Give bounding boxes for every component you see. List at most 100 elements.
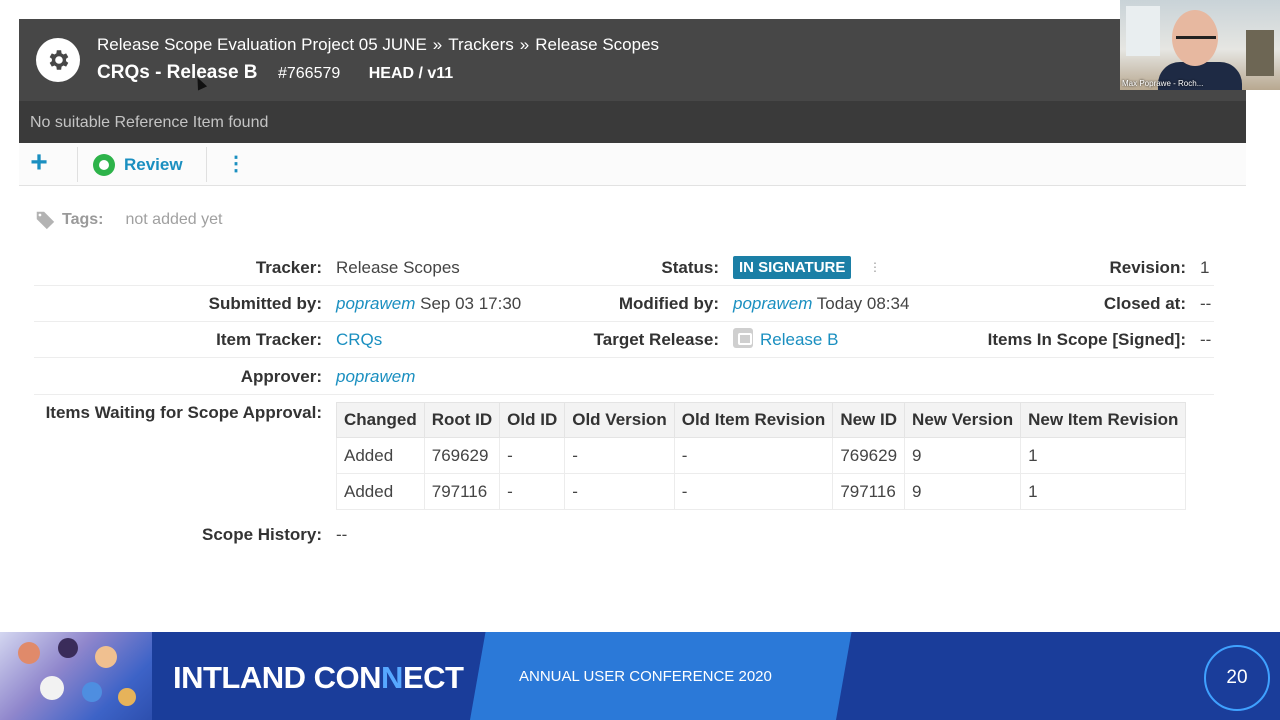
column-header[interactable]: Changed xyxy=(336,402,425,438)
item-header: Release Scope Evaluation Project 05 JUNE… xyxy=(19,19,1246,101)
table-cell: 769629 xyxy=(832,437,906,474)
items-in-scope-label: Items In Scope [Signed]: xyxy=(987,330,1186,349)
submitted-by-value: poprawem Sep 03 17:30 xyxy=(336,294,521,314)
row-divider xyxy=(34,394,1214,395)
table-cell: - xyxy=(673,473,834,510)
waiting-approval-label: Items Waiting for Scope Approval: xyxy=(45,403,322,422)
settings-button[interactable] xyxy=(36,38,80,82)
illustration-person xyxy=(40,676,64,700)
webcam-name-label: Max Poprawe - Roch... xyxy=(1122,79,1204,88)
table-cell: - xyxy=(499,473,566,510)
brand-logo-text: INTLAND CONNECT xyxy=(173,660,464,696)
column-header[interactable]: New Item Revision xyxy=(1020,402,1187,438)
target-release-label: Target Release: xyxy=(593,330,719,349)
approver-label: Approver: xyxy=(240,367,322,386)
row-divider xyxy=(34,321,1214,322)
presenter-glasses xyxy=(1176,36,1216,44)
table-cell: - xyxy=(499,437,566,474)
conference-banner: INTLAND CONNECT ANNUAL USER CONFERENCE 2… xyxy=(0,632,1280,720)
column-header[interactable]: Old Item Revision xyxy=(673,402,834,438)
modified-date: Today 08:34 xyxy=(816,294,910,313)
table-cell: Added xyxy=(336,473,425,510)
status-menu-icon[interactable]: ⋮ xyxy=(869,260,881,274)
closed-at-label: Closed at: xyxy=(1103,294,1186,313)
brand-part: ECT xyxy=(402,660,464,695)
gear-icon xyxy=(49,50,69,70)
version-label[interactable]: HEAD / v11 xyxy=(369,65,453,82)
item-tracker-label: Item Tracker: xyxy=(216,330,322,349)
slide-page-number: 20 xyxy=(1204,645,1270,711)
revision-label: Revision: xyxy=(1109,258,1186,277)
modified-by-label: Modified by: xyxy=(618,294,719,313)
action-toolbar: + Review ⋮ xyxy=(19,143,1246,186)
kebab-menu-icon: ⋮ xyxy=(226,153,246,175)
row-divider xyxy=(34,285,1214,286)
revision-value: 1 xyxy=(1200,258,1210,277)
modified-by-user[interactable]: poprawem xyxy=(733,294,812,313)
breadcrumb: Release Scope Evaluation Project 05 JUNE… xyxy=(97,35,659,55)
target-release-value: Release B xyxy=(733,328,838,350)
webcam-video: Max Poprawe - Roch... xyxy=(1120,0,1280,90)
submitted-date: Sep 03 17:30 xyxy=(420,294,522,313)
submitted-by-label: Submitted by: xyxy=(208,294,322,313)
plus-icon: + xyxy=(30,146,48,179)
table-cell: 1 xyxy=(1020,437,1187,474)
tracker-value: Release Scopes xyxy=(336,258,460,277)
submitted-by-user[interactable]: poprawem xyxy=(336,294,415,313)
table-cell: Added xyxy=(336,437,425,474)
tags-value[interactable]: not added yet xyxy=(125,211,222,229)
table-row: Added 797116 - - - 797116 9 1 xyxy=(336,473,1187,510)
table-cell: - xyxy=(564,437,675,474)
toolbar-divider xyxy=(77,147,78,182)
more-actions-button[interactable]: ⋮ xyxy=(226,151,246,177)
toolbar-divider xyxy=(206,147,207,182)
table-row: Added 769629 - - - 769629 9 1 xyxy=(336,437,1187,474)
status-label: Status: xyxy=(661,258,719,277)
brand-part-accent: N xyxy=(381,660,403,695)
slide: Release Scope Evaluation Project 05 JUNE… xyxy=(0,0,1280,720)
breadcrumb-separator: » xyxy=(519,35,530,54)
illustration-person xyxy=(82,682,102,702)
webcam-background-window xyxy=(1126,6,1160,56)
release-icon xyxy=(733,328,753,348)
review-button[interactable]: Review xyxy=(92,151,183,179)
table-cell: 769629 xyxy=(423,437,501,474)
illustration-person xyxy=(118,688,136,706)
target-release-link[interactable]: Release B xyxy=(760,330,838,349)
banner-illustration xyxy=(0,632,152,720)
modified-by-value: poprawem Today 08:34 xyxy=(733,294,909,314)
closed-at-value: -- xyxy=(1200,294,1212,313)
illustration-person xyxy=(58,638,78,658)
webcam-background-shelf xyxy=(1246,30,1274,76)
row-divider xyxy=(34,357,1214,358)
tags-row: Tags: not added yet xyxy=(34,208,222,232)
breadcrumb-trackers[interactable]: Trackers xyxy=(448,35,514,54)
reference-message: No suitable Reference Item found xyxy=(30,114,269,131)
tag-icon xyxy=(35,211,55,230)
review-icon xyxy=(93,154,115,176)
item-tracker-link[interactable]: CRQs xyxy=(336,330,382,350)
scope-approval-table: Changed Root ID Old ID Old Version Old I… xyxy=(336,402,1187,510)
scope-history-label: Scope History: xyxy=(202,525,322,544)
page-title: CRQs - Release B xyxy=(97,62,258,83)
table-cell: 9 xyxy=(904,473,1022,510)
conference-title: ANNUAL USER CONFERENCE 2020 xyxy=(519,668,772,685)
table-cell: - xyxy=(564,473,675,510)
column-header[interactable]: Root ID xyxy=(423,402,501,438)
title-line: CRQs - Release B #766579 HEAD / v11 xyxy=(97,62,453,84)
reference-bar: No suitable Reference Item found xyxy=(19,101,1246,143)
column-header[interactable]: New ID xyxy=(832,402,906,438)
tracker-label: Tracker: xyxy=(255,258,322,277)
column-header[interactable]: New Version xyxy=(904,402,1022,438)
approver-value[interactable]: poprawem xyxy=(336,367,415,387)
breadcrumb-tracker[interactable]: Release Scopes xyxy=(535,35,659,54)
column-header[interactable]: Old ID xyxy=(499,402,566,438)
add-button[interactable]: + xyxy=(27,148,51,180)
scope-history-value: -- xyxy=(336,525,348,544)
breadcrumb-project[interactable]: Release Scope Evaluation Project 05 JUNE xyxy=(97,35,427,54)
breadcrumb-separator: » xyxy=(432,35,443,54)
column-header[interactable]: Old Version xyxy=(564,402,675,438)
review-label: Review xyxy=(124,155,183,174)
table-cell: 9 xyxy=(904,437,1022,474)
status-badge[interactable]: IN SIGNATURE xyxy=(733,256,852,279)
